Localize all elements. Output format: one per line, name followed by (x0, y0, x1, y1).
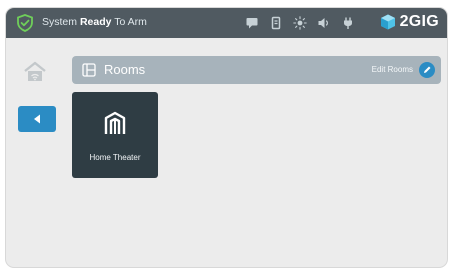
2gig-logo-icon (380, 14, 395, 30)
screen: System Ready To Arm 2GIG Rooms Edit Room… (0, 0, 453, 274)
home-theater-icon (104, 111, 126, 134)
system-status[interactable]: System Ready To Arm (42, 16, 147, 28)
rooms-title: Rooms (104, 62, 146, 77)
message-icon[interactable] (245, 16, 259, 30)
plug-icon[interactable] (341, 16, 355, 30)
status-icons (245, 16, 355, 30)
rooms-header: Rooms Edit Rooms (72, 56, 441, 84)
volume-icon[interactable] (317, 16, 331, 30)
bookmark-icon[interactable] (269, 16, 283, 30)
room-tile-home-theater[interactable]: Home Theater (72, 92, 158, 178)
status-bar: System Ready To Arm 2GIG (6, 8, 447, 38)
edit-rooms-label[interactable]: Edit Rooms (372, 65, 413, 74)
brightness-icon[interactable] (293, 16, 307, 30)
room-name: Home Theater (89, 153, 141, 162)
back-arrow-icon (34, 114, 40, 124)
panel: System Ready To Arm 2GIG Rooms Edit Room… (6, 8, 447, 267)
status-prefix: System (42, 16, 78, 28)
brand-name: 2GIG (399, 13, 439, 30)
rooms-icon (82, 63, 96, 77)
back-button[interactable] (18, 106, 56, 132)
brand: 2GIG (379, 13, 439, 31)
edit-rooms-button[interactable] (419, 62, 435, 78)
shield-check-icon[interactable] (16, 14, 34, 32)
status-bold: Ready (79, 16, 112, 28)
status-suffix: To Arm (114, 16, 147, 28)
home-wifi-icon[interactable] (22, 60, 48, 82)
pencil-icon (424, 66, 431, 73)
